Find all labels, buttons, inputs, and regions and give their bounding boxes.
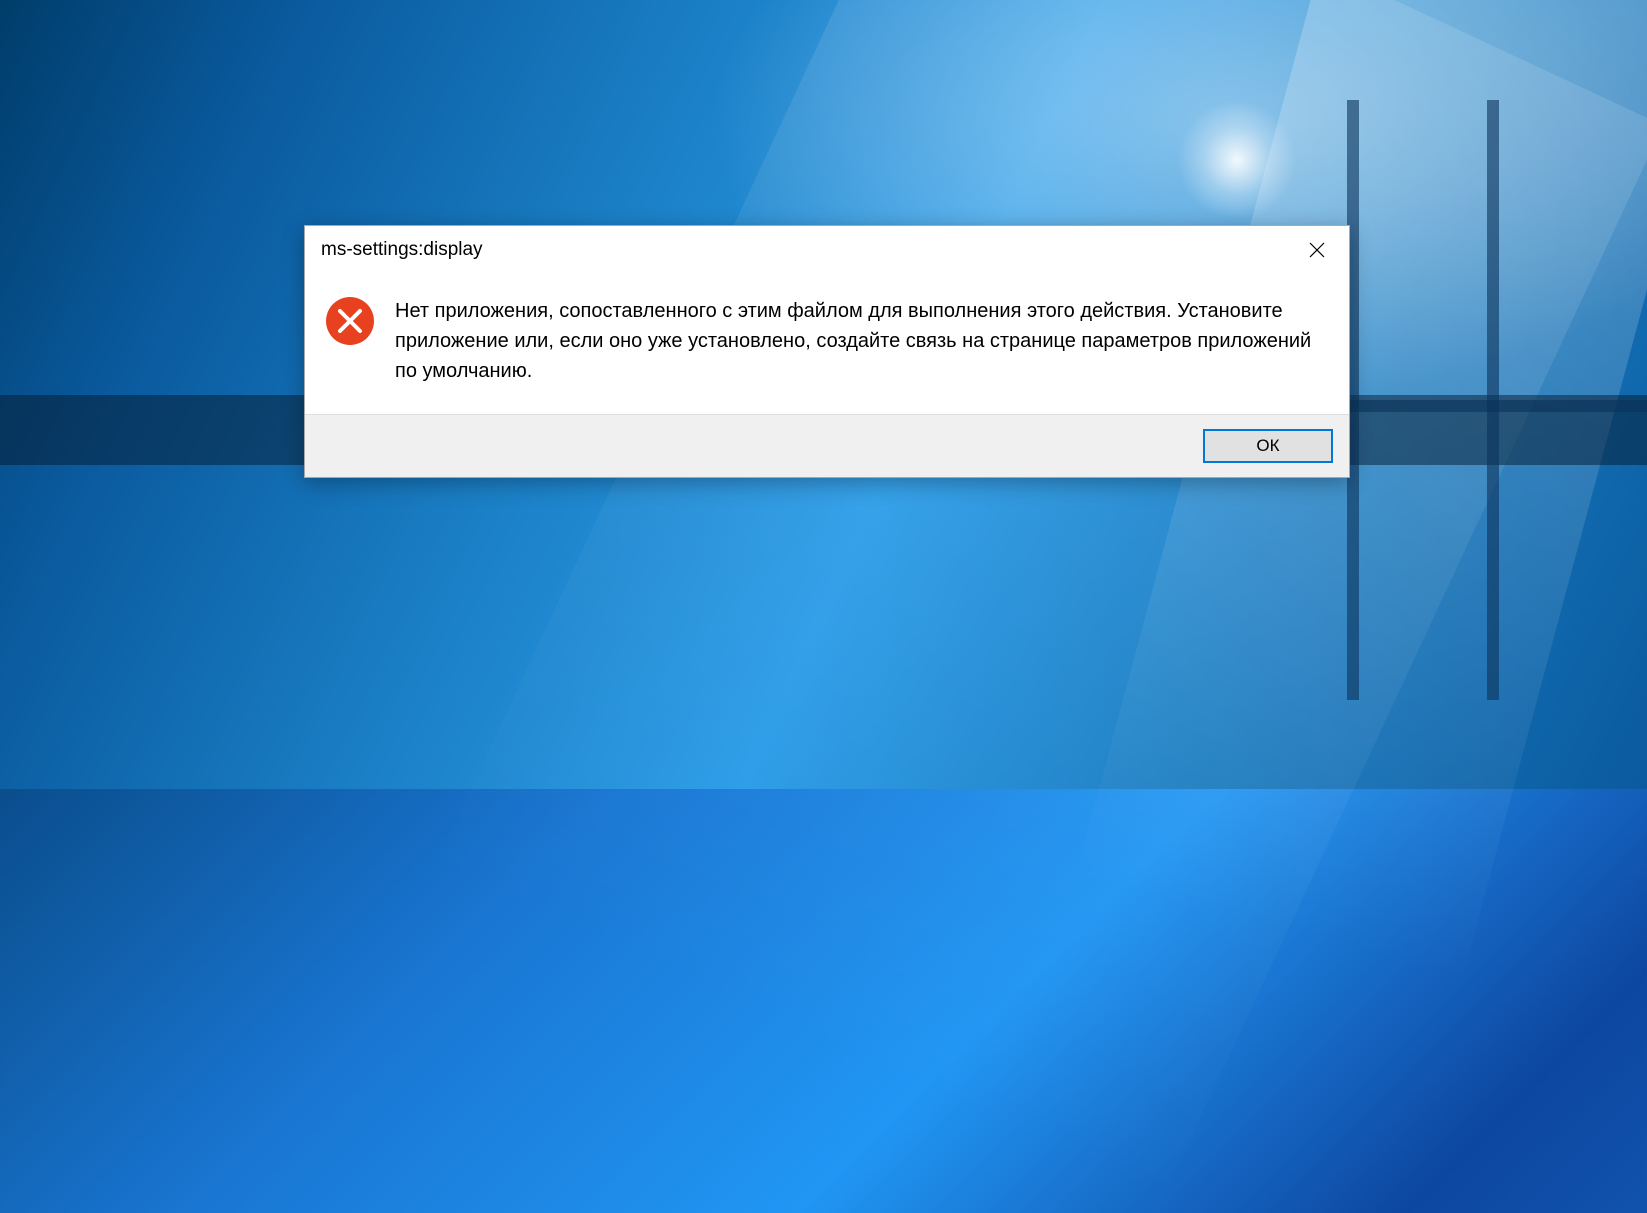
dialog-footer: ОК — [305, 414, 1349, 477]
dialog-message: Нет приложения, сопоставленного с этим ф… — [395, 296, 1329, 386]
error-icon — [325, 296, 375, 346]
ok-button[interactable]: ОК — [1203, 429, 1333, 463]
dialog-title: ms-settings:display — [321, 239, 483, 261]
dialog-body: Нет приложения, сопоставленного с этим ф… — [305, 274, 1349, 414]
dialog-titlebar[interactable]: ms-settings:display — [305, 226, 1349, 274]
close-icon — [1309, 242, 1325, 258]
close-button[interactable] — [1297, 234, 1337, 266]
error-dialog: ms-settings:display Нет приложения, сопо… — [304, 225, 1350, 478]
